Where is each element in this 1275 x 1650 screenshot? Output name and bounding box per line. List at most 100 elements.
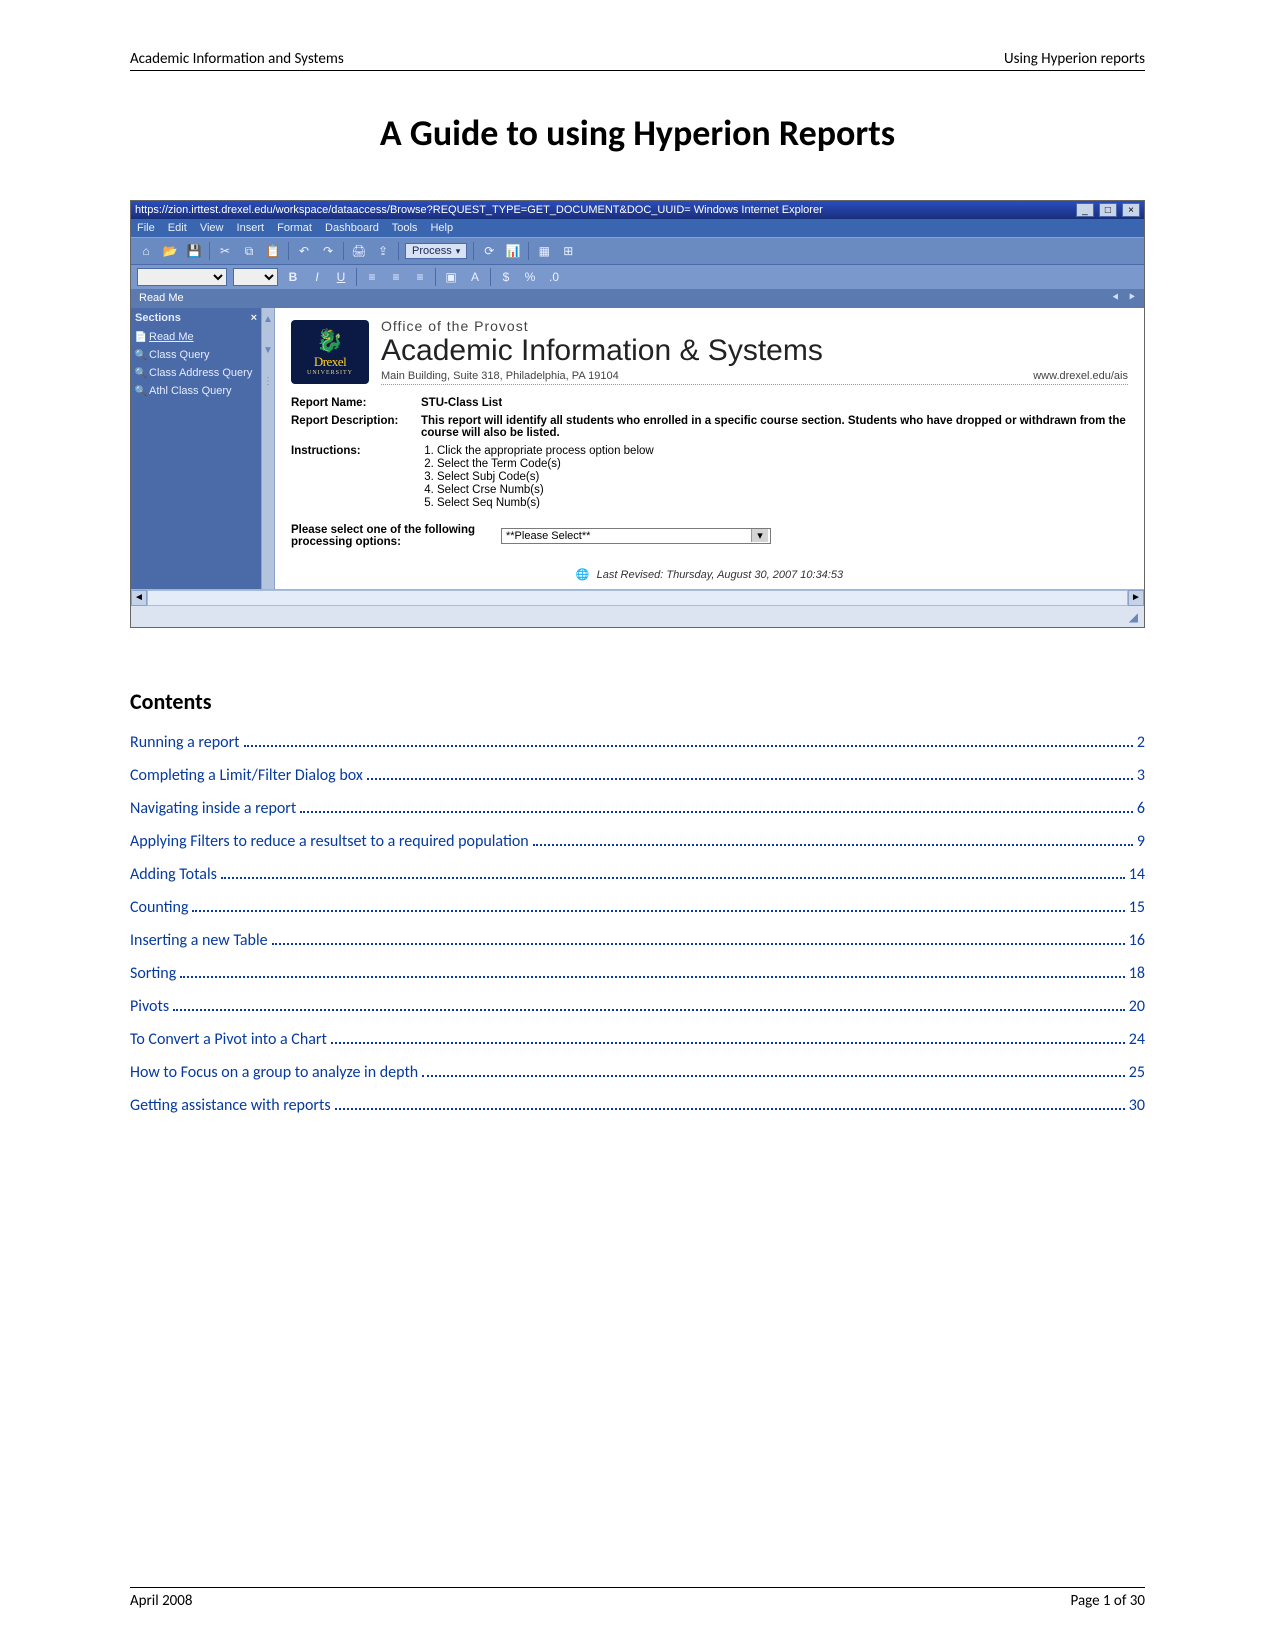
currency-icon[interactable]: $ xyxy=(497,268,515,286)
align-center-icon[interactable]: ≡ xyxy=(387,268,405,286)
menu-help[interactable]: Help xyxy=(430,222,453,234)
copy-icon[interactable]: ⧉ xyxy=(240,242,258,260)
menu-format[interactable]: Format xyxy=(277,222,312,234)
logo-text: Drexel xyxy=(314,354,346,370)
cut-icon[interactable]: ✂ xyxy=(216,242,234,260)
toc-entry[interactable]: Running a report 2 xyxy=(130,733,1145,752)
toc-label: Getting assistance with reports xyxy=(130,1096,331,1115)
redo-icon[interactable]: ↷ xyxy=(319,242,337,260)
instruction-item: Select Crse Numb(s) xyxy=(437,484,1128,496)
site-link[interactable]: www.drexel.edu/ais xyxy=(1033,370,1128,382)
sidebar-title: Sections xyxy=(135,312,181,324)
contents-heading: Contents xyxy=(130,688,1145,715)
font-color-icon[interactable]: A xyxy=(466,268,484,286)
refresh-icon[interactable]: ⟳ xyxy=(480,242,498,260)
toc-label: Completing a Limit/Filter Dialog box xyxy=(130,766,363,785)
undo-icon[interactable]: ↶ xyxy=(295,242,313,260)
toc-entry[interactable]: Inserting a new Table 16 xyxy=(130,931,1145,950)
print-icon[interactable]: 🖨 xyxy=(350,242,368,260)
toc-page: 25 xyxy=(1129,1063,1145,1082)
toc-entry[interactable]: Completing a Limit/Filter Dialog box 3 xyxy=(130,766,1145,785)
toc-entry[interactable]: How to Focus on a group to analyze in de… xyxy=(130,1063,1145,1082)
resize-grip-icon[interactable]: ◢ xyxy=(1129,610,1138,624)
menu-view[interactable]: View xyxy=(200,222,224,234)
menu-dashboard[interactable]: Dashboard xyxy=(325,222,379,234)
table-of-contents: Running a report 2 Completing a Limit/Fi… xyxy=(130,733,1145,1115)
toc-label: Applying Filters to reduce a resultset t… xyxy=(130,832,529,851)
page-header: Academic Information and Systems Using H… xyxy=(130,50,1145,71)
toc-entry[interactable]: Navigating inside a report 6 xyxy=(130,799,1145,818)
toc-page: 18 xyxy=(1129,964,1145,983)
scroll-track[interactable] xyxy=(147,590,1128,606)
maximize-button[interactable]: □ xyxy=(1099,203,1117,217)
minimize-button[interactable]: _ xyxy=(1076,203,1094,217)
process-button[interactable]: Process ▾ xyxy=(405,243,467,259)
menu-edit[interactable]: Edit xyxy=(168,222,187,234)
horizontal-scrollbar[interactable]: ◄ ► xyxy=(131,589,1144,605)
nav-forward-icon[interactable]: ⯈ xyxy=(1127,292,1136,304)
instruction-item: Select the Term Code(s) xyxy=(437,458,1128,470)
splitter[interactable]: ▲ ▼ ⋮ xyxy=(261,308,275,589)
scroll-left-icon[interactable]: ◄ xyxy=(131,590,147,606)
footer-right: Page 1 of 30 xyxy=(1071,1592,1145,1610)
toc-page: 20 xyxy=(1129,997,1145,1016)
menubar: File Edit View Insert Format Dashboard T… xyxy=(131,219,1144,237)
toc-entry[interactable]: Sorting 18 xyxy=(130,964,1145,983)
menu-file[interactable]: File xyxy=(137,222,155,234)
table-icon[interactable]: ▦ xyxy=(535,242,553,260)
toc-leader xyxy=(300,811,1133,813)
percent-icon[interactable]: % xyxy=(521,268,539,286)
toolbar-separator xyxy=(473,242,474,260)
export-icon[interactable]: ⇪ xyxy=(374,242,392,260)
process-option-select[interactable]: **Please Select** xyxy=(501,528,771,544)
sidebar-item-label: Athl Class Query xyxy=(149,385,232,397)
toc-entry[interactable]: Applying Filters to reduce a resultset t… xyxy=(130,832,1145,851)
underline-icon[interactable]: U xyxy=(332,268,350,286)
pivot-icon[interactable]: ⊞ xyxy=(559,242,577,260)
instructions-list: Click the appropriate process option bel… xyxy=(437,445,1128,509)
close-button[interactable]: × xyxy=(1122,203,1140,217)
sidebar-item-label: Class Address Query xyxy=(149,367,252,379)
fill-color-icon[interactable]: ▣ xyxy=(442,268,460,286)
increase-decimal-icon[interactable]: .0 xyxy=(545,268,563,286)
splitter-down-icon: ▼ xyxy=(263,345,273,356)
menu-insert[interactable]: Insert xyxy=(237,222,265,234)
toc-entry[interactable]: Adding Totals 14 xyxy=(130,865,1145,884)
home-icon[interactable]: ⌂ xyxy=(137,242,155,260)
toc-leader xyxy=(272,943,1125,945)
menu-tools[interactable]: Tools xyxy=(392,222,418,234)
toc-entry[interactable]: Getting assistance with reports 30 xyxy=(130,1096,1145,1115)
toolbar-separator xyxy=(288,242,289,260)
save-icon[interactable]: 💾 xyxy=(185,242,203,260)
italic-icon[interactable]: I xyxy=(308,268,326,286)
align-left-icon[interactable]: ≡ xyxy=(363,268,381,286)
toc-label: Pivots xyxy=(130,997,169,1016)
toc-leader xyxy=(192,910,1124,912)
bold-icon[interactable]: B xyxy=(284,268,302,286)
scroll-right-icon[interactable]: ► xyxy=(1128,590,1144,606)
toc-label: Running a report xyxy=(130,733,240,752)
sections-sidebar: Sections × 📄 Read Me 🔍 Class Query 🔍 Cla… xyxy=(131,308,261,589)
toc-leader xyxy=(180,976,1125,978)
main-pane: 🐉 Drexel UNIVERSITY Office of the Provos… xyxy=(275,308,1144,589)
toc-page: 6 xyxy=(1137,799,1145,818)
query-icon: 🔍 xyxy=(135,349,147,361)
toc-page: 14 xyxy=(1129,865,1145,884)
last-revised-row: 🌐 Last Revised: Thursday, August 30, 200… xyxy=(291,568,1128,581)
open-icon[interactable]: 📂 xyxy=(161,242,179,260)
toc-entry[interactable]: Counting 15 xyxy=(130,898,1145,917)
font-size-select[interactable] xyxy=(233,268,278,286)
sidebar-item-class-query[interactable]: 🔍 Class Query xyxy=(135,346,257,364)
dragon-icon: 🐉 xyxy=(316,328,343,354)
close-icon[interactable]: × xyxy=(251,312,257,324)
sidebar-item-class-address-query[interactable]: 🔍 Class Address Query xyxy=(135,364,257,382)
nav-back-icon[interactable]: ⯇ xyxy=(1111,292,1120,304)
chart-icon[interactable]: 📊 xyxy=(504,242,522,260)
toc-entry[interactable]: To Convert a Pivot into a Chart 24 xyxy=(130,1030,1145,1049)
paste-icon[interactable]: 📋 xyxy=(264,242,282,260)
align-right-icon[interactable]: ≡ xyxy=(411,268,429,286)
font-family-select[interactable] xyxy=(137,268,227,286)
sidebar-item-read-me[interactable]: 📄 Read Me xyxy=(135,328,257,346)
toc-entry[interactable]: Pivots 20 xyxy=(130,997,1145,1016)
sidebar-item-athl-class-query[interactable]: 🔍 Athl Class Query xyxy=(135,382,257,400)
